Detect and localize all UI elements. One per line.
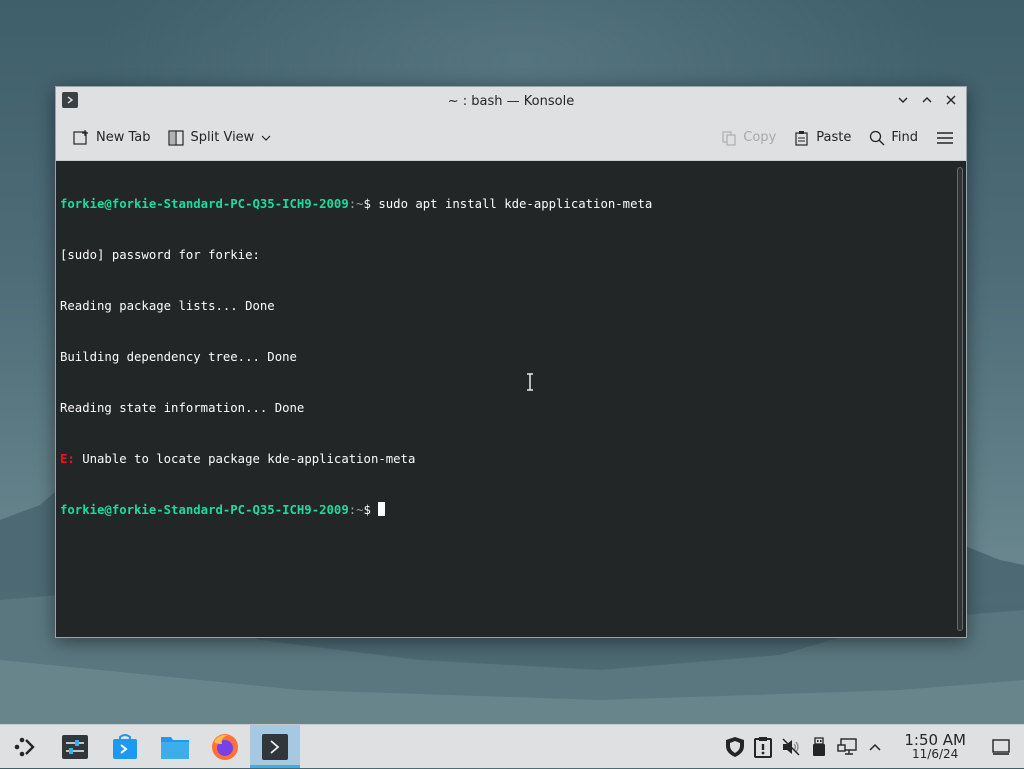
task-system-settings[interactable] (50, 725, 100, 768)
maximize-button[interactable] (918, 91, 936, 109)
chevron-down-icon (898, 97, 908, 103)
terminal-line: Building dependency tree... Done (60, 350, 297, 364)
tray-network[interactable] (836, 736, 858, 758)
paste-button[interactable]: Paste (788, 123, 857, 153)
copy-icon (722, 130, 736, 146)
error-prefix: E: (60, 452, 75, 466)
find-button[interactable]: Find (863, 123, 924, 153)
text-cursor (378, 502, 386, 516)
split-view-icon (167, 129, 184, 146)
terminal-line: forkie@forkie-Standard-PC-Q35-ICH9-2009:… (60, 502, 954, 519)
shield-icon (726, 736, 745, 757)
clock-date: 11/6/24 (912, 746, 959, 761)
paste-icon (795, 130, 808, 146)
search-icon (870, 130, 885, 145)
tray-expander[interactable] (864, 736, 886, 758)
hamburger-menu-icon (937, 131, 953, 144)
konsole-toolbar: New Tab Split View Copy Paste Find (56, 115, 966, 161)
close-icon (946, 95, 956, 105)
paste-label: Paste (816, 130, 852, 145)
error-message: Unable to locate package kde-application… (74, 452, 416, 466)
prompt-path: :~ (348, 503, 364, 517)
taskbar: 1:50 AM 11/6/24 (0, 724, 1024, 768)
terminal-line: [sudo] password for forkie: (60, 248, 260, 262)
terminal-line: Reading package lists... Done (60, 299, 275, 313)
new-tab-label: New Tab (96, 130, 151, 145)
firefox-icon (212, 733, 238, 760)
konsole-app-icon[interactable] (62, 92, 78, 108)
dolphin-files-icon (161, 736, 189, 759)
command-text: $ (363, 503, 379, 517)
clock-time: 1:50 AM (904, 730, 966, 749)
task-firefox[interactable] (200, 725, 250, 768)
digital-clock[interactable]: 1:50 AM 11/6/24 (904, 730, 966, 761)
copy-label: Copy (743, 130, 777, 145)
find-label: Find (891, 130, 918, 145)
command-text: $ sudo apt install kde-application-meta (363, 197, 653, 211)
terminal-scrollbar[interactable] (954, 161, 966, 637)
terminal-line: forkie@forkie-Standard-PC-Q35-ICH9-2009:… (60, 196, 954, 213)
close-button[interactable] (942, 91, 960, 109)
chevron-up-icon (922, 97, 932, 103)
new-tab-button[interactable]: New Tab (66, 123, 157, 153)
chevron-down-icon (261, 135, 271, 141)
window-titlebar[interactable]: ~ : bash — Konsole (56, 87, 966, 115)
task-discover[interactable] (100, 725, 150, 768)
split-view-label: Split View (190, 130, 255, 145)
tray-clipboard[interactable] (752, 736, 774, 758)
konsole-window: ~ : bash — Konsole New Tab Split View Co… (55, 86, 967, 638)
mouse-ibeam-cursor-icon (527, 373, 533, 391)
show-desktop-button[interactable] (986, 738, 1016, 755)
system-tray: 1:50 AM 11/6/24 (724, 725, 1024, 769)
prompt-user: forkie@forkie-Standard-PC-Q35-ICH9-2009 (60, 197, 349, 211)
window-title: ~ : bash — Konsole (447, 93, 575, 109)
prompt-user: forkie@forkie-Standard-PC-Q35-ICH9-2009 (60, 503, 349, 517)
terminal-output[interactable]: forkie@forkie-Standard-PC-Q35-ICH9-2009:… (56, 161, 954, 637)
usb-device-icon (813, 736, 826, 756)
terminal-line: E: Unable to locate package kde-applicat… (60, 451, 954, 468)
task-konsole[interactable] (250, 725, 300, 768)
application-launcher[interactable] (0, 725, 50, 768)
tray-device[interactable] (808, 736, 830, 758)
scrollbar-thumb[interactable] (957, 167, 963, 631)
new-tab-icon (73, 129, 88, 145)
discover-store-icon (113, 733, 137, 759)
split-view-button[interactable]: Split View (161, 123, 279, 153)
terminal-line: Reading state information... Done (60, 401, 305, 415)
system-settings-icon (62, 734, 88, 759)
volume-muted-icon (782, 737, 800, 756)
minimize-button[interactable] (894, 91, 912, 109)
tray-volume[interactable] (780, 736, 802, 758)
hamburger-menu-button[interactable] (930, 123, 960, 153)
chevron-up-icon (869, 743, 881, 751)
copy-button[interactable]: Copy (715, 123, 782, 153)
launcher-icon (14, 737, 35, 756)
show-desktop-icon (992, 738, 1010, 755)
network-wired-icon (837, 737, 858, 755)
konsole-icon (262, 733, 288, 760)
clipboard-alert-icon (754, 736, 773, 758)
tray-firewall[interactable] (724, 736, 746, 758)
task-dolphin[interactable] (150, 725, 200, 768)
prompt-path: :~ (348, 197, 364, 211)
